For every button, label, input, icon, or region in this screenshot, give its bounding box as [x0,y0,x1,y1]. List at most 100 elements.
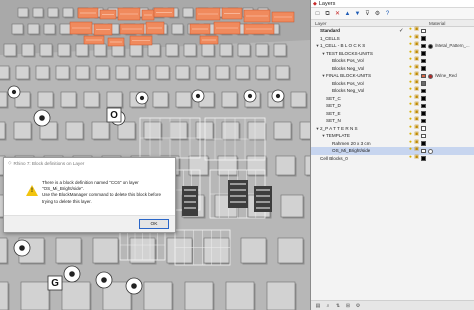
new-layer-icon[interactable]: □ [314,10,321,17]
material-swatch[interactable] [428,43,433,49]
visibility-bulb-icon[interactable]: ● [408,148,413,154]
layer-row[interactable]: SET_E ● ▣ [311,110,474,118]
layer-row[interactable]: ▼ 2_P A T T E R N S ● ▣ [311,125,474,133]
current-layer-check-icon[interactable]: ✓ [399,28,404,34]
lock-icon[interactable]: ▣ [414,110,419,117]
stud [20,281,50,310]
layer-row[interactable]: SET_C ● ▣ [311,95,474,103]
ok-button[interactable]: OK [139,219,169,229]
lock-icon[interactable]: ▣ [414,118,419,124]
layer-name: Blocks Pos_Vol [332,58,364,64]
layer-color-swatch[interactable] [421,133,426,138]
visibility-bulb-icon[interactable]: ● [408,88,413,94]
layer-filter-icon[interactable]: ▤ [315,303,321,309]
sort-icon[interactable]: ⇅ [335,303,341,309]
layer-name: TEMPLATE [326,133,350,139]
layer-color-swatch[interactable] [421,43,426,48]
lock-icon[interactable]: ▣ [414,58,419,64]
visibility-bulb-icon[interactable]: ● [408,73,413,79]
lock-icon[interactable]: ▣ [414,28,419,34]
visibility-bulb-icon[interactable]: ● [408,125,413,132]
visibility-bulb-icon[interactable]: ● [408,103,413,109]
layer-row[interactable]: 1_CELLS ● ▣ [311,35,474,43]
lock-icon[interactable]: ▣ [414,50,419,57]
layer-row[interactable]: ▼ TEMPLATE ● ▣ [311,132,474,140]
lock-icon[interactable]: ▣ [414,155,419,162]
material-swatch[interactable] [428,73,433,79]
layer-color-swatch[interactable] [421,28,426,33]
layer-row[interactable]: ▼ FINAL BLOCK-UNITS ● ▣/Wine_Red [311,72,474,80]
lock-icon[interactable]: ▣ [414,133,419,139]
visibility-bulb-icon[interactable]: ● [408,133,413,139]
layer-color-swatch[interactable] [421,58,426,63]
layer-row[interactable]: ▼ 1_CELL - B L O C K S ● ▣/Metal_Pattern_..… [311,42,474,50]
visibility-bulb-icon[interactable]: ● [408,155,413,162]
layer-color-swatch[interactable] [421,96,426,101]
layer-color-swatch[interactable] [421,148,426,153]
visibility-bulb-icon[interactable]: ● [408,35,413,42]
viewport[interactable]: OG [0,0,310,310]
visibility-bulb-icon[interactable]: ● [408,110,413,117]
dialog-title-bar[interactable]: ◇ Rhino 7: Block definitions on Layer [4,158,175,168]
dark-block-stripe [256,201,270,203]
lock-icon[interactable]: ▣ [414,35,419,42]
visibility-bulb-icon[interactable]: ● [408,118,413,124]
layer-row[interactable]: Standard ✓ ● ▣ [311,27,474,35]
visibility-bulb-icon[interactable]: ● [408,50,413,57]
layer-row[interactable]: SET_D ● ▣ [311,102,474,110]
move-down-icon[interactable]: ▼ [354,10,361,17]
stud [0,91,8,108]
delete-icon[interactable]: ✕ [334,10,341,17]
layer-color-swatch[interactable] [421,51,426,56]
layer-color-swatch[interactable] [421,66,426,71]
visibility-bulb-icon[interactable]: ● [408,65,413,72]
search-icon[interactable]: ⌕ [325,303,331,309]
visibility-bulb-icon[interactable]: ● [408,95,413,102]
layer-color-swatch[interactable] [421,103,426,108]
lock-icon[interactable]: ▣ [414,95,419,102]
layer-color-swatch[interactable] [421,126,426,131]
layer-color-swatch[interactable] [421,111,426,116]
layer-row[interactable]: Blocks Pos_Vol ● ▣ [311,80,474,88]
visibility-bulb-icon[interactable]: ● [408,80,413,87]
layer-color-swatch[interactable] [421,81,426,86]
move-up-icon[interactable]: ▲ [344,10,351,17]
layer-row[interactable]: Blocks Neg_Vol ● ▣ [311,65,474,73]
lock-icon[interactable]: ▣ [414,80,419,87]
column-material[interactable]: Material [427,21,445,26]
tools-icon[interactable]: ⚙ [374,10,381,17]
layer-color-swatch[interactable] [421,36,426,41]
lock-icon[interactable]: ▣ [414,73,419,79]
layer-row[interactable]: Blocks Pos_Vol ● ▣ [311,57,474,65]
lock-icon[interactable]: ▣ [414,148,419,154]
layer-row[interactable]: ▼ TEST BLOCKS-UNITS ● ▣ [311,50,474,58]
layer-row[interactable]: SET_N ● ▣ [311,117,474,125]
expand-icon[interactable]: ⊞ [345,303,351,309]
layer-color-swatch[interactable] [421,118,426,123]
new-sublayer-icon[interactable]: ⧉ [324,10,331,17]
visibility-bulb-icon[interactable]: ● [408,140,413,147]
layer-color-swatch[interactable] [421,73,426,78]
lock-icon[interactable]: ▣ [414,65,419,72]
material-swatch[interactable] [428,148,433,154]
layer-color-swatch[interactable] [421,141,426,146]
layer-row[interactable]: Blocks Neg_Vol ● ▣ [311,87,474,95]
filter-icon[interactable]: ⊽ [364,10,371,17]
lock-icon[interactable]: ▣ [414,88,419,94]
layer-color-swatch[interactable] [421,156,426,161]
visibility-bulb-icon[interactable]: ● [408,28,413,34]
settings-icon[interactable]: ⚙ [355,303,361,309]
layer-color-swatch[interactable] [421,88,426,93]
layer-row[interactable]: Cell Blocks_0 ● ▣ [311,155,474,163]
layer-row[interactable]: OS_Mi_Bright/side ● ▣ [311,147,474,155]
help-icon[interactable]: ? [384,10,391,17]
lock-icon[interactable]: ▣ [414,43,419,49]
visibility-bulb-icon[interactable]: ● [408,58,413,64]
column-layer[interactable]: Layer [311,21,427,26]
lock-icon[interactable]: ▣ [414,140,419,147]
stud [165,43,179,57]
lock-icon[interactable]: ▣ [414,125,419,132]
lock-icon[interactable]: ▣ [414,103,419,109]
layer-row[interactable]: Rahmen 20 x 3 cm ● ▣ [311,140,474,148]
visibility-bulb-icon[interactable]: ● [408,43,413,49]
